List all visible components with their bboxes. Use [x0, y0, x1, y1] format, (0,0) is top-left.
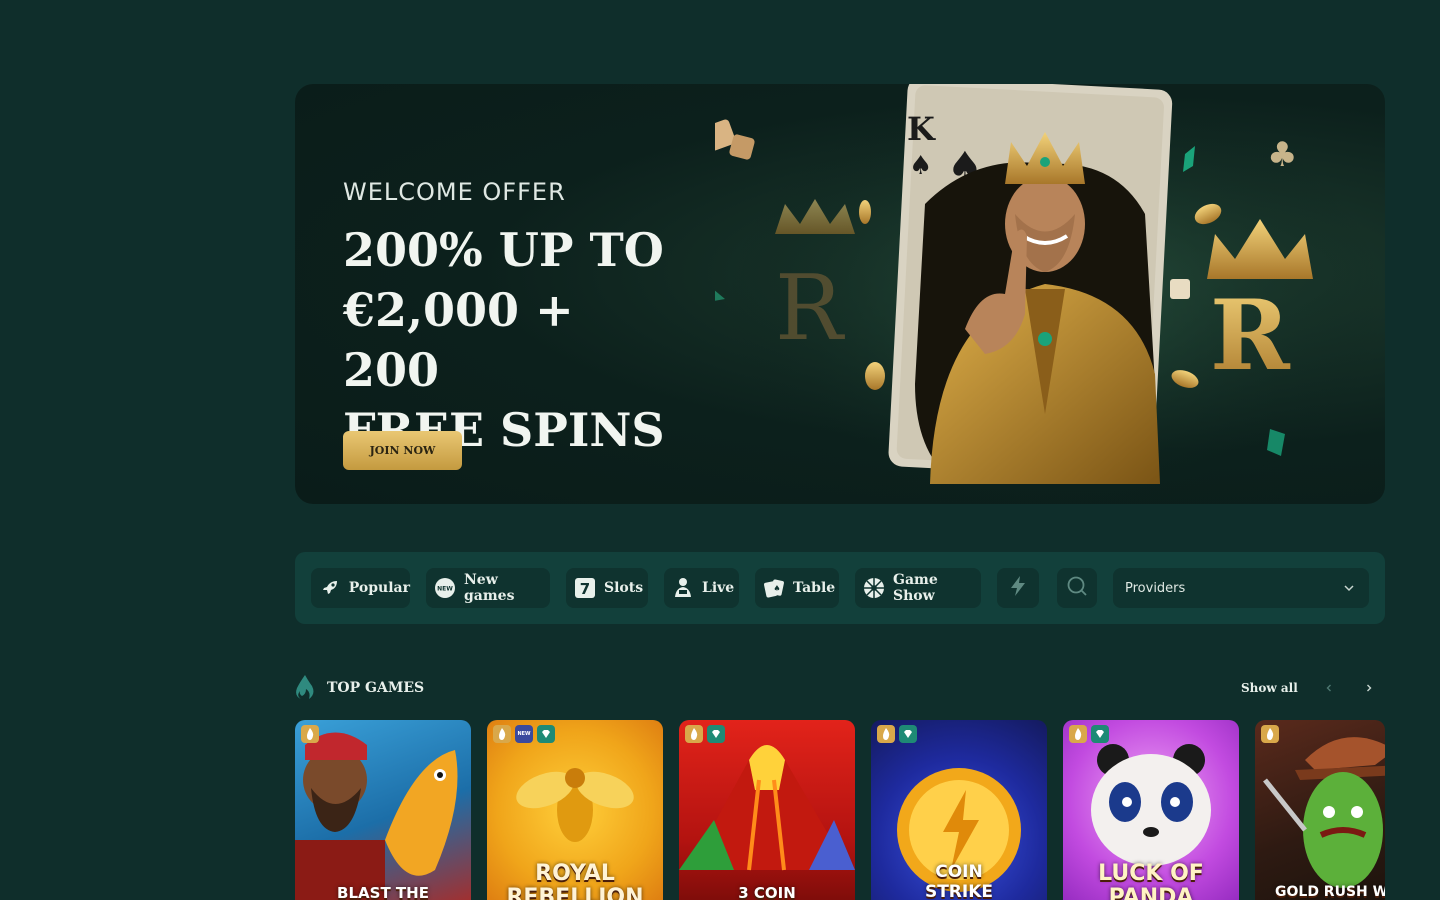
category-table[interactable]: ♠ Table [755, 568, 839, 608]
svg-text:K: K [907, 110, 936, 148]
game-card[interactable]: LUCK OF PANDA [1063, 720, 1239, 900]
game-title: LUCK OF PANDA [1098, 861, 1204, 900]
hot-badge-icon [1069, 725, 1087, 743]
lightning-icon [1009, 575, 1027, 601]
game-title: GOLD RUSH WI [1275, 884, 1385, 900]
category-popular[interactable]: Popular [311, 568, 410, 608]
diamond-badge-icon [707, 725, 725, 743]
wheel-icon [863, 577, 885, 599]
king-card-illustration: R K ♠ ♠ R ♣ [715, 84, 1385, 504]
seven-slot-icon: 7 [574, 577, 596, 599]
providers-label: Providers [1125, 580, 1186, 596]
svg-text:7: 7 [580, 580, 590, 598]
hot-badge-icon [1261, 725, 1279, 743]
flame-icon [295, 674, 315, 704]
svg-text:R: R [1210, 279, 1291, 392]
game-title: 3 COIN [738, 884, 796, 900]
cards-icon: ♠ [763, 577, 785, 599]
svg-text:NEW: NEW [437, 586, 453, 593]
category-label: Game Show [893, 572, 938, 604]
hero-title: 200% UP TO €2,000 + 200 FREE SPINS [343, 220, 683, 460]
hot-badge-icon [685, 725, 703, 743]
show-all-link[interactable]: Show all [1241, 681, 1298, 695]
top-games-header: TOP GAMES Show all [295, 674, 1385, 702]
game-card[interactable]: GOLD RUSH WI [1255, 720, 1385, 900]
prev-arrow-button[interactable] [1319, 678, 1339, 698]
join-now-button[interactable]: JOIN NOW [343, 431, 462, 470]
badges [877, 725, 917, 743]
game-title: ROYAL REBELLION [506, 861, 644, 900]
game-card[interactable]: NEW ROYAL REBELLION [487, 720, 663, 900]
section-title: TOP GAMES [327, 680, 425, 696]
category-label: Table [793, 580, 836, 596]
next-arrow-button[interactable] [1359, 678, 1379, 698]
badges: NEW [493, 725, 555, 743]
game-art [295, 732, 458, 900]
svg-text:♠: ♠ [909, 151, 932, 181]
dealer-icon [672, 577, 694, 599]
hot-badge-icon [301, 725, 319, 743]
category-new-games[interactable]: NEW New games [426, 568, 550, 608]
category-label: Popular [348, 580, 410, 596]
category-bar: Popular NEW New games 7 Slots Live ♠ Tab… [295, 552, 1385, 624]
game-card[interactable]: BLAST THE [295, 720, 471, 900]
category-label: New games [464, 572, 515, 604]
chevron-left-icon [1326, 684, 1331, 692]
game-art [679, 745, 855, 871]
category-label: Live [702, 580, 735, 596]
svg-text:♣: ♣ [1267, 135, 1297, 175]
badges [301, 725, 319, 743]
hero-banner: WELCOME OFFER 200% UP TO €2,000 + 200 FR… [295, 84, 1385, 504]
hot-badge-icon [493, 725, 511, 743]
badges [685, 725, 725, 743]
game-card[interactable]: COIN STRIKE HOLD AND [871, 720, 1047, 900]
game-art [1263, 737, 1385, 888]
svg-text:R: R [775, 256, 845, 361]
hot-badge-icon [877, 725, 895, 743]
chevron-right-icon [1367, 684, 1372, 692]
category-slots[interactable]: 7 Slots [566, 568, 648, 608]
search-button[interactable] [1057, 568, 1097, 608]
hero-eyebrow: WELCOME OFFER [343, 178, 566, 206]
badges [1069, 725, 1109, 743]
top-games-carousel: BLAST THE NEW ROYAL REBELLION 3 COIN COI… [295, 720, 1385, 900]
diamond-badge-icon [1091, 725, 1109, 743]
game-title: BLAST THE [337, 884, 429, 900]
new-badge-icon: NEW [515, 725, 533, 743]
diamond-badge-icon [899, 725, 917, 743]
search-icon [1066, 575, 1088, 601]
hero-title-line: 200% UP TO [343, 223, 664, 277]
hero-title-line: €2,000 + 200 [343, 283, 574, 397]
diamond-badge-icon [537, 725, 555, 743]
badges [1261, 725, 1279, 743]
game-card[interactable]: 3 COIN [679, 720, 855, 900]
category-game-show[interactable]: Game Show [855, 568, 981, 608]
game-title: COIN STRIKE HOLD AND [924, 862, 994, 900]
svg-text:♠: ♠ [773, 584, 780, 593]
category-label: Slots [604, 580, 644, 596]
providers-dropdown[interactable]: Providers [1113, 568, 1369, 608]
category-live[interactable]: Live [664, 568, 739, 608]
rocket-icon [319, 577, 341, 599]
chevron-down-icon [1343, 582, 1355, 598]
new-badge-icon: NEW [434, 577, 456, 599]
lightning-button[interactable] [997, 568, 1039, 608]
